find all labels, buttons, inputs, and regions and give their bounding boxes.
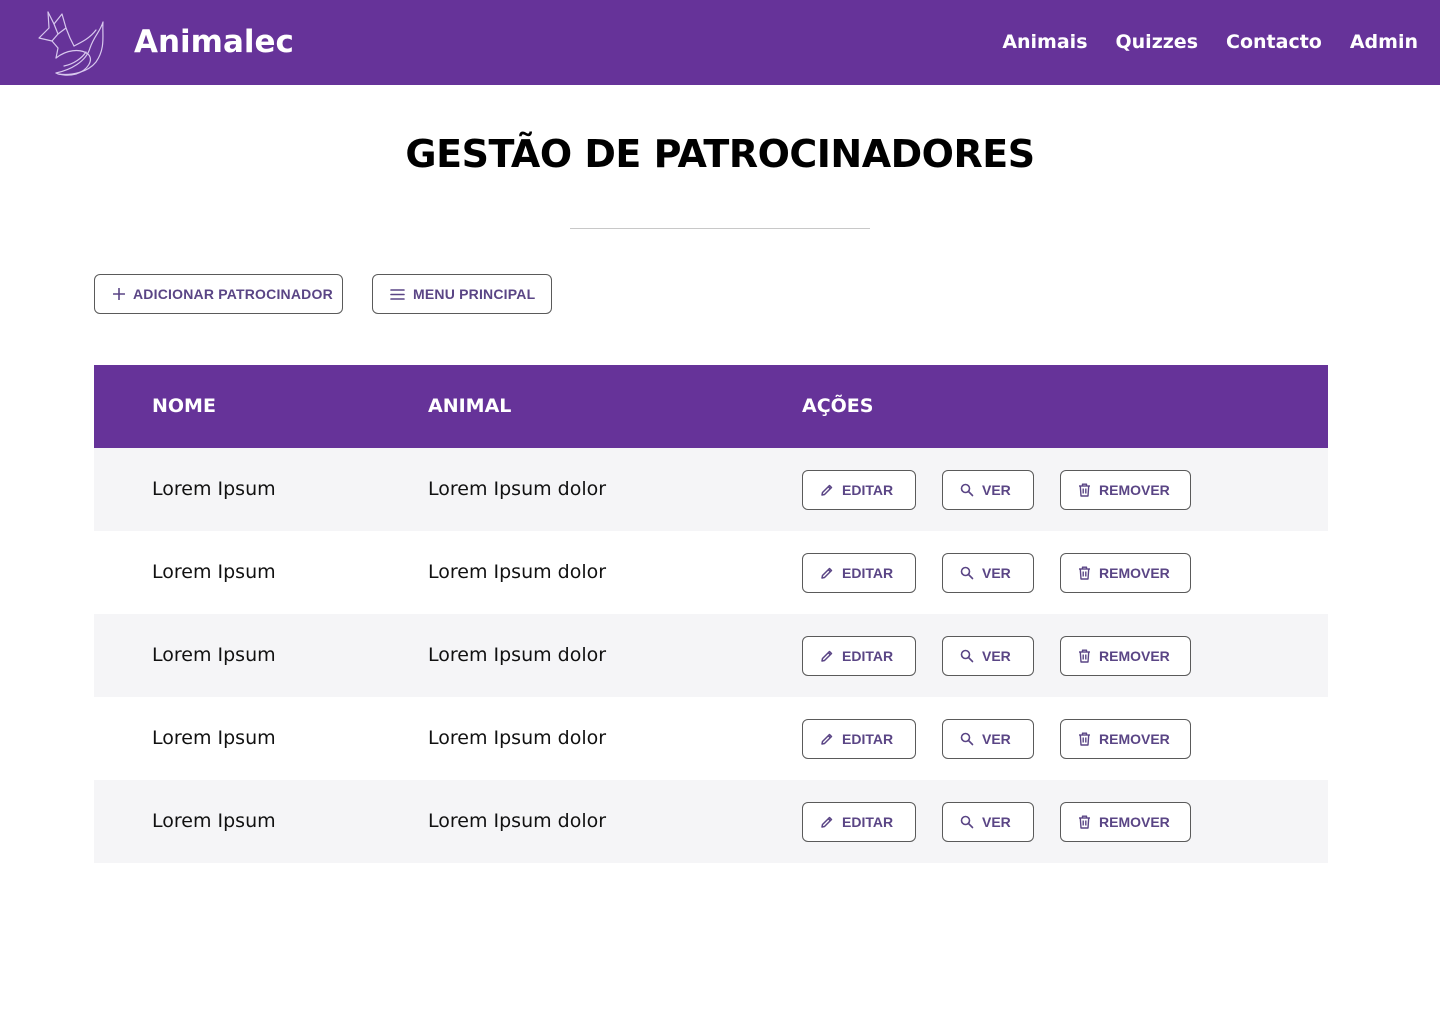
column-header-acoes: AÇÕES	[802, 395, 874, 417]
title-divider	[570, 228, 870, 229]
view-button[interactable]: VER	[942, 719, 1034, 759]
view-button[interactable]: VER	[942, 553, 1034, 593]
edit-button[interactable]: EDITAR	[802, 553, 916, 593]
pencil-icon	[821, 567, 833, 579]
nav-link-quizzes[interactable]: Quizzes	[1116, 27, 1199, 57]
cell-animal: Lorem Ipsum dolor	[428, 478, 607, 500]
edit-button[interactable]: EDITAR	[802, 802, 916, 842]
search-icon	[960, 815, 974, 829]
main-menu-label: MENU PRINCIPAL	[413, 286, 536, 302]
sponsors-table: NOME ANIMAL AÇÕES Lorem Ipsum Lorem Ipsum…	[94, 365, 1328, 863]
view-label: VER	[982, 565, 1011, 581]
add-sponsor-label: ADICIONAR PATROCINADOR	[133, 286, 333, 302]
table-row: Lorem Ipsum Lorem Ipsum dolor EDITAR VER REM…	[94, 448, 1328, 531]
search-icon	[960, 566, 974, 580]
view-label: VER	[982, 482, 1011, 498]
table-row: Lorem Ipsum Lorem Ipsum dolor EDITAR VER REM…	[94, 614, 1328, 697]
view-button[interactable]: VER	[942, 636, 1034, 676]
page-title: GESTÃO DE PATROCINADORES	[405, 132, 1035, 176]
edit-label: EDITAR	[842, 731, 894, 747]
remove-button[interactable]: REMOVER	[1060, 719, 1191, 759]
view-label: VER	[982, 731, 1011, 747]
search-icon	[960, 732, 974, 746]
pencil-icon	[821, 650, 833, 662]
cell-nome: Lorem Ipsum	[152, 727, 276, 749]
plus-icon	[113, 288, 125, 300]
cell-animal: Lorem Ipsum dolor	[428, 810, 607, 832]
search-icon	[960, 483, 974, 497]
trash-icon	[1079, 566, 1090, 580]
brand-name[interactable]: Animalec	[134, 22, 294, 62]
remove-label: REMOVER	[1099, 648, 1170, 664]
view-button[interactable]: VER	[942, 470, 1034, 510]
column-header-nome: NOME	[152, 395, 216, 417]
remove-button[interactable]: REMOVER	[1060, 802, 1191, 842]
nav-link-admin[interactable]: Admin	[1350, 27, 1418, 57]
trash-icon	[1079, 649, 1090, 663]
remove-label: REMOVER	[1099, 565, 1170, 581]
top-navbar: Animalec Animais Quizzes Contacto Admin	[0, 0, 1440, 85]
edit-label: EDITAR	[842, 648, 894, 664]
trash-icon	[1079, 483, 1090, 497]
main-menu-button[interactable]: MENU PRINCIPAL	[372, 274, 552, 314]
add-sponsor-button[interactable]: ADICIONAR PATROCINADOR	[94, 274, 343, 314]
cell-animal: Lorem Ipsum dolor	[428, 644, 607, 666]
cell-nome: Lorem Ipsum	[152, 561, 276, 583]
cell-nome: Lorem Ipsum	[152, 478, 276, 500]
search-icon	[960, 649, 974, 663]
trash-icon	[1079, 732, 1090, 746]
view-label: VER	[982, 814, 1011, 830]
view-label: VER	[982, 648, 1011, 664]
edit-label: EDITAR	[842, 814, 894, 830]
pencil-icon	[821, 816, 833, 828]
remove-label: REMOVER	[1099, 482, 1170, 498]
table-row: Lorem Ipsum Lorem Ipsum dolor EDITAR VER REM…	[94, 697, 1328, 780]
cell-animal: Lorem Ipsum dolor	[428, 727, 607, 749]
remove-button[interactable]: REMOVER	[1060, 636, 1191, 676]
nav-link-contacto[interactable]: Contacto	[1226, 27, 1322, 57]
table-row: Lorem Ipsum Lorem Ipsum dolor EDITAR VER REM…	[94, 780, 1328, 863]
pencil-icon	[821, 733, 833, 745]
column-header-animal: ANIMAL	[428, 395, 512, 417]
cell-animal: Lorem Ipsum dolor	[428, 561, 607, 583]
edit-button[interactable]: EDITAR	[802, 719, 916, 759]
fox-icon[interactable]	[36, 8, 106, 78]
cell-nome: Lorem Ipsum	[152, 644, 276, 666]
remove-label: REMOVER	[1099, 814, 1170, 830]
menu-icon	[390, 288, 405, 300]
trash-icon	[1079, 815, 1090, 829]
edit-label: EDITAR	[842, 482, 894, 498]
remove-button[interactable]: REMOVER	[1060, 553, 1191, 593]
edit-label: EDITAR	[842, 565, 894, 581]
cell-nome: Lorem Ipsum	[152, 810, 276, 832]
edit-button[interactable]: EDITAR	[802, 636, 916, 676]
remove-button[interactable]: REMOVER	[1060, 470, 1191, 510]
table-header: NOME ANIMAL AÇÕES	[94, 365, 1328, 448]
view-button[interactable]: VER	[942, 802, 1034, 842]
pencil-icon	[821, 484, 833, 496]
nav-link-animais[interactable]: Animais	[1002, 27, 1087, 57]
table-row: Lorem Ipsum Lorem Ipsum dolor EDITAR VER REM…	[94, 531, 1328, 614]
edit-button[interactable]: EDITAR	[802, 470, 916, 510]
main-nav: Animais Quizzes Contacto Admin	[1002, 27, 1418, 57]
remove-label: REMOVER	[1099, 731, 1170, 747]
